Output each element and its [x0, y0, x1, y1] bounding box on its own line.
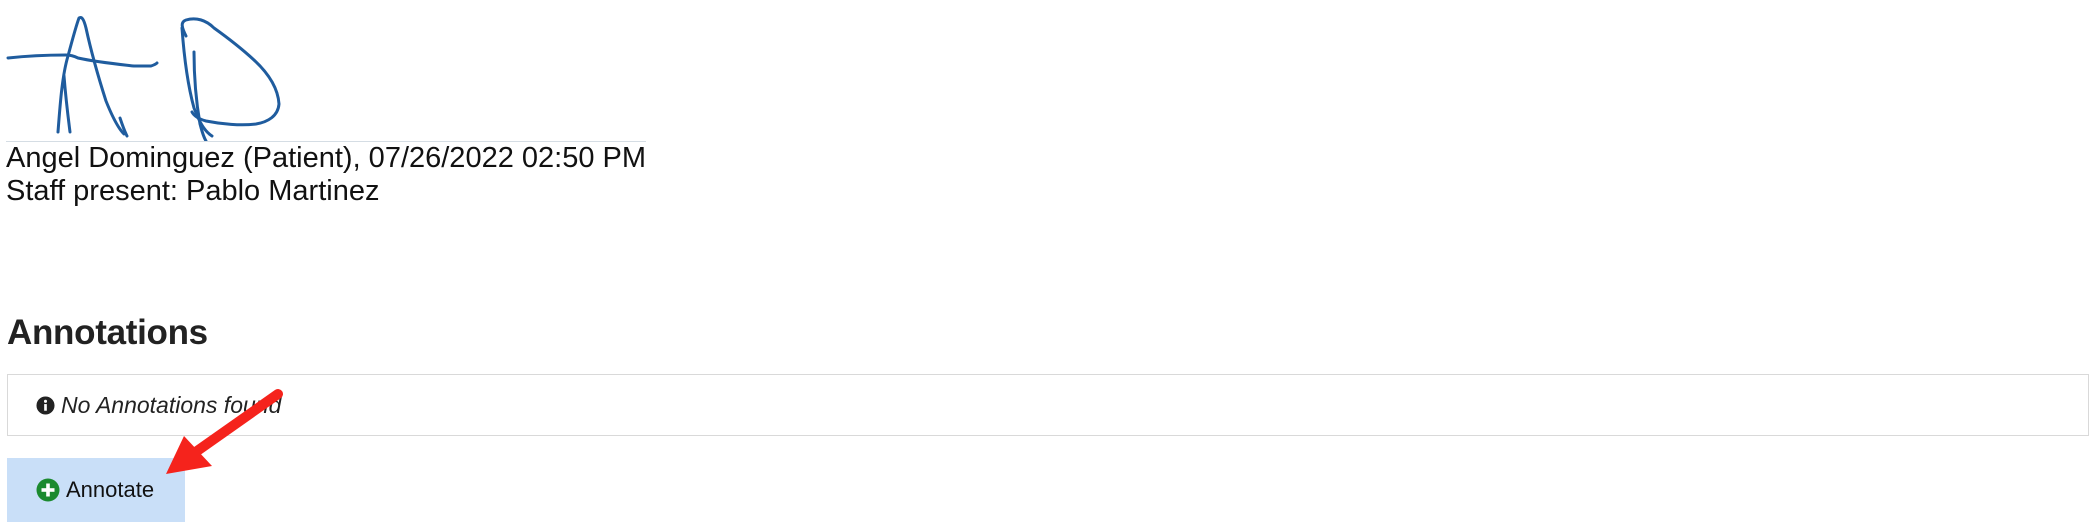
- annotate-button[interactable]: Annotate: [7, 458, 185, 522]
- handwritten-signature: [6, 16, 281, 141]
- page: Angel Dominguez (Patient), 07/26/2022 02…: [0, 0, 2100, 530]
- signature-block: Angel Dominguez (Patient), 07/26/2022 02…: [6, 6, 646, 208]
- info-circle-icon: [36, 395, 55, 415]
- annotations-panel: No Annotations found: [7, 374, 2089, 436]
- annotate-button-label: Annotate: [66, 477, 155, 502]
- no-annotations-message: No Annotations found: [61, 391, 282, 418]
- staff-present-info: Staff present: Pablo Martinez: [6, 175, 380, 207]
- plus-circle-icon: [36, 478, 60, 502]
- signer-info: Angel Dominguez (Patient), 07/26/2022 02…: [6, 142, 647, 174]
- annotations-heading: Annotations: [7, 313, 208, 352]
